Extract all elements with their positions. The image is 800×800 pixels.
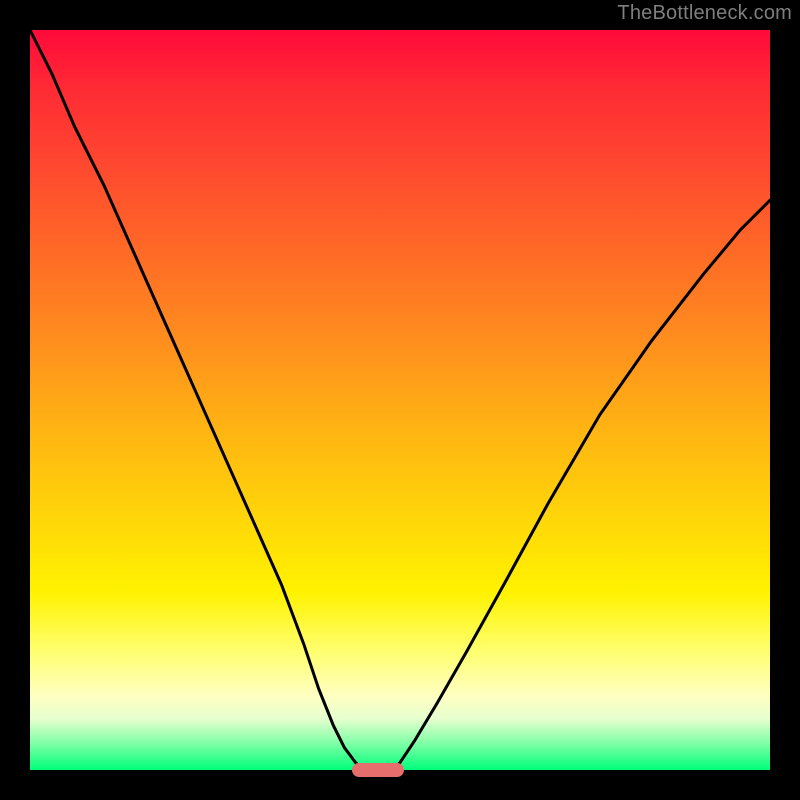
- left-curve-path: [30, 30, 363, 770]
- bottleneck-marker: [352, 763, 404, 777]
- watermark-text: TheBottleneck.com: [617, 2, 792, 25]
- plot-area: [30, 30, 770, 770]
- right-curve-path: [393, 200, 770, 770]
- curve-layer: [30, 30, 770, 770]
- chart-frame: TheBottleneck.com: [0, 0, 800, 800]
